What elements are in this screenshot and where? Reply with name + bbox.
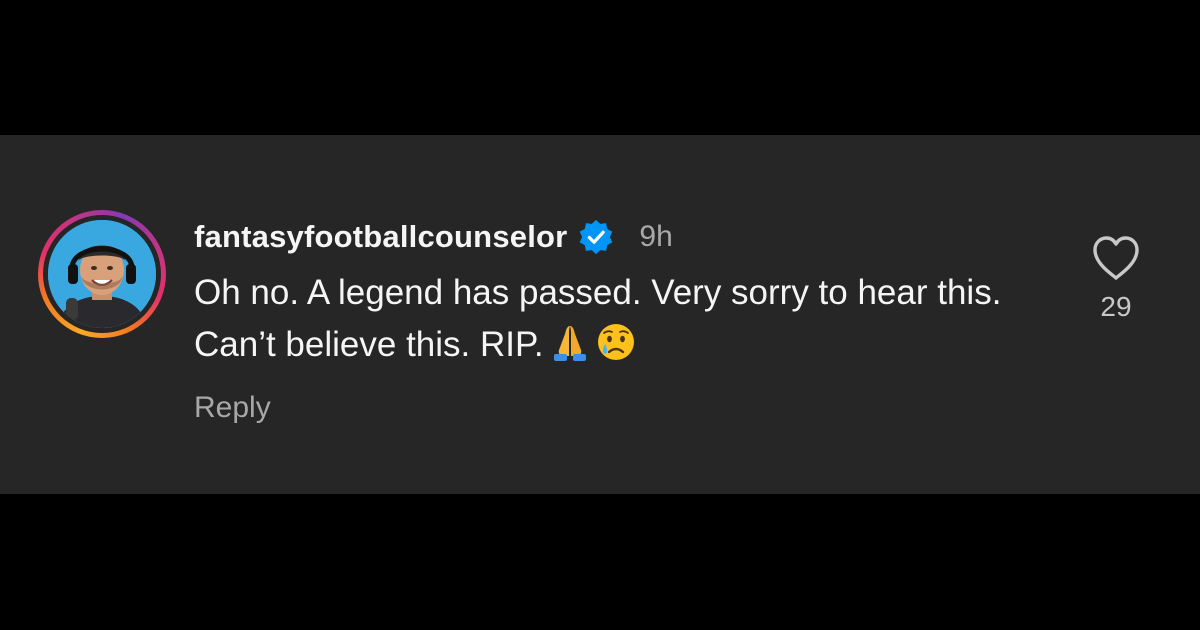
like-count: 29 [1100, 291, 1132, 322]
heart-outline-icon[interactable] [1091, 235, 1141, 281]
comment-meta: fantasyfootballcounselor 9h [194, 219, 1054, 255]
verified-badge-icon [580, 219, 613, 255]
like-area: 29 [1086, 235, 1146, 323]
comment-body: fantasyfootballcounselor 9h Oh no. A leg… [194, 219, 1054, 425]
reply-button[interactable]: Reply [194, 391, 271, 425]
story-ring[interactable] [38, 210, 166, 338]
comment-timestamp: 9h [639, 220, 673, 253]
screenshot-frame: fantasyfootballcounselor 9h Oh no. A leg… [0, 0, 1200, 630]
comment-panel: fantasyfootballcounselor 9h Oh no. A leg… [0, 135, 1200, 494]
avatar-gap [43, 215, 161, 333]
comment-text: Oh no. A legend has passed. Very sorry t… [194, 267, 1044, 371]
username-link[interactable]: fantasyfootballcounselor [194, 219, 567, 255]
folded-hands-emoji [553, 326, 586, 361]
avatar-photo [48, 220, 156, 328]
crying-face-emoji [597, 324, 634, 360]
avatar[interactable] [48, 220, 156, 328]
